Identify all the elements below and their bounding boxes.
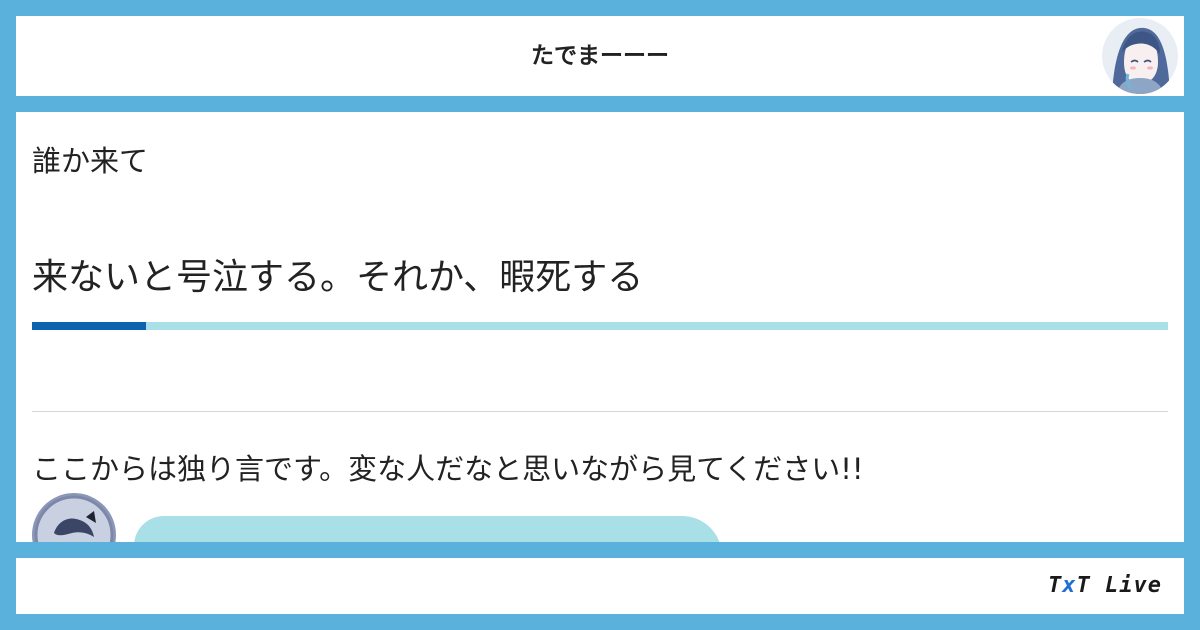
footer-bar: TxT Live: [16, 558, 1184, 614]
chat-bubble: [134, 516, 722, 542]
post-line-2: 来ないと号泣する。それか、暇死する: [32, 257, 644, 298]
avatar-illustration: [32, 493, 116, 542]
avatar-illustration: [1102, 18, 1178, 94]
logo-text: TxT Live: [1048, 573, 1162, 598]
divider: [32, 411, 1168, 412]
progress-bar: [32, 322, 1168, 330]
post-line-1: 誰か来て: [32, 144, 149, 178]
header-avatar-icon[interactable]: [1102, 18, 1178, 94]
post-line-3: ここからは独り言です。変な人だなと思いながら見てください!!: [32, 452, 864, 486]
post-avatar-icon[interactable]: [32, 493, 116, 542]
progress-bar-fill: [32, 322, 146, 330]
page-title: たでまーーー: [531, 43, 669, 69]
txt-live-logo[interactable]: TxT Live: [1048, 558, 1162, 614]
header-bar: たでまーーー: [16, 16, 1184, 96]
post-panel: 誰か来て 来ないと号泣する。それか、暇死する ここからは独り言です。変な人だなと…: [16, 112, 1184, 542]
